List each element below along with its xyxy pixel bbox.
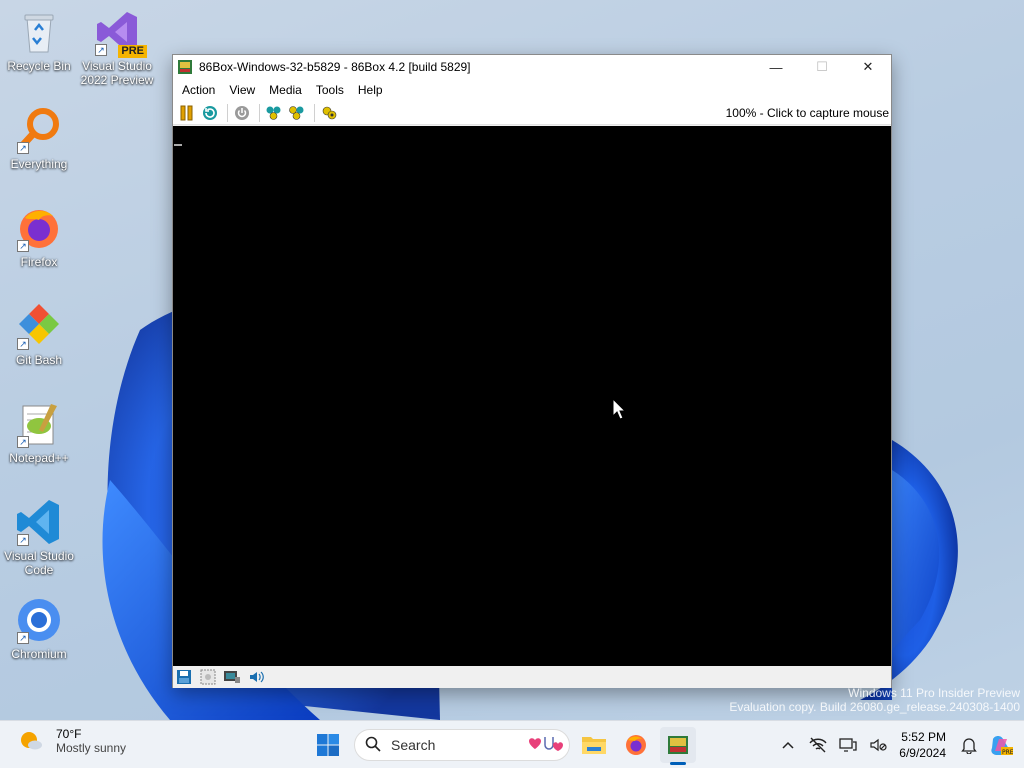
taskbar-clock[interactable]: 5:52 PM 6/9/2024: [899, 729, 946, 761]
ctrl-alt-esc-icon[interactable]: [287, 103, 307, 123]
preview-badge: PRE: [118, 45, 147, 58]
start-button[interactable]: [310, 727, 346, 763]
pause-icon[interactable]: [177, 103, 197, 123]
search-placeholder: Search: [391, 737, 436, 753]
clock-date: 6/9/2024: [899, 746, 946, 760]
watermark-line1: Windows 11 Pro Insider Preview: [848, 686, 1020, 700]
window-title: 86Box-Windows-32-b5829 - 86Box 4.2 [buil…: [199, 60, 471, 74]
desktop-icon-everything[interactable]: ↗ Everything: [1, 106, 77, 171]
menu-bar: Action View Media Tools Help: [173, 79, 891, 101]
desktop-icon-label: Visual Studio 2022 Preview: [80, 59, 154, 87]
toolbar-separator: [227, 103, 228, 122]
window-titlebar[interactable]: 86Box-Windows-32-b5829 - 86Box 4.2 [buil…: [173, 55, 891, 79]
toolbar-separator: [314, 103, 315, 122]
menu-tools[interactable]: Tools: [309, 83, 351, 97]
desktop-icon-label: Recycle Bin: [7, 59, 71, 73]
menu-help[interactable]: Help: [351, 83, 390, 97]
visual-studio-icon: ↗ PRE: [93, 8, 147, 58]
weather-widget[interactable]: 70°F Mostly sunny: [18, 727, 126, 755]
svg-text:PRE: PRE: [1002, 749, 1013, 756]
reset-icon[interactable]: [200, 103, 220, 123]
shortcut-arrow-icon: ↗: [17, 436, 29, 448]
shortcut-arrow-icon: ↗: [95, 44, 107, 56]
weather-condition: Mostly sunny: [56, 741, 127, 755]
volume-muted-icon[interactable]: [867, 734, 889, 756]
desktop-icon-label: Chromium: [11, 647, 67, 661]
taskbar-search-box[interactable]: Search: [354, 729, 570, 761]
network-disconnected-icon[interactable]: [807, 734, 829, 756]
close-button[interactable]: ✕: [845, 55, 891, 79]
recycle-bin-icon: [15, 8, 63, 56]
file-explorer-icon[interactable]: [576, 727, 612, 763]
desktop-icon-chromium[interactable]: ↗ Chromium: [1, 596, 77, 661]
desktop-icon-recycle-bin[interactable]: Recycle Bin: [1, 8, 77, 73]
mouse-pointer-icon: [612, 397, 627, 425]
desktop-icon-firefox[interactable]: ↗ Firefox: [1, 204, 77, 269]
menu-media[interactable]: Media: [262, 83, 309, 97]
power-icon[interactable]: [232, 103, 252, 123]
emulator-screen[interactable]: [173, 126, 891, 666]
status-bar: [173, 666, 891, 688]
windows-watermark: Windows 11 Pro Insider Preview Evaluatio…: [729, 686, 1020, 714]
desktop-icon-git-bash[interactable]: ↗ Git Bash: [1, 302, 77, 367]
desktop-icon-vscode[interactable]: ↗ Visual Studio Code: [1, 498, 77, 577]
shortcut-arrow-icon: ↗: [17, 142, 29, 154]
copilot-icon[interactable]: PRE: [988, 732, 1014, 758]
desktop-icon-notepad-plus-plus[interactable]: ↗ Notepad++: [1, 400, 77, 465]
menu-action[interactable]: Action: [175, 83, 222, 97]
maximize-button[interactable]: ☐: [799, 55, 845, 79]
chromium-icon: ↗: [15, 596, 63, 644]
firefox-icon[interactable]: [618, 727, 654, 763]
menu-view[interactable]: View: [222, 83, 262, 97]
everything-search-icon: ↗: [15, 106, 63, 154]
vscode-icon: ↗: [15, 498, 63, 546]
system-tray: 5:52 PM 6/9/2024 PRE: [773, 721, 1024, 768]
shortcut-arrow-icon: ↗: [17, 240, 29, 252]
desktop-icon-label: Visual Studio Code: [4, 549, 74, 577]
notification-bell-icon[interactable]: [958, 734, 980, 756]
shortcut-arrow-icon: ↗: [17, 338, 29, 350]
clock-time: 5:52 PM: [901, 730, 946, 744]
search-highlight-icon: [523, 733, 563, 758]
watermark-line2: Evaluation copy. Build 26080.ge_release.…: [729, 700, 1020, 714]
desktop-icon-label: Git Bash: [15, 353, 63, 367]
taskbar: 70°F Mostly sunny Search 5:52 PM 6/9/202…: [0, 720, 1024, 768]
shortcut-arrow-icon: ↗: [17, 534, 29, 546]
desktop-icon-label: Everything: [10, 157, 68, 171]
desktop-icon-label: Firefox: [20, 255, 58, 269]
86box-app-icon: [177, 59, 193, 75]
search-icon: [365, 736, 381, 755]
network-icon[interactable]: [223, 669, 241, 685]
settings-icon[interactable]: [319, 103, 339, 123]
active-window-indicator: [670, 762, 686, 765]
shortcut-arrow-icon: ↗: [17, 632, 29, 644]
desktop-icon-visual-studio-2022[interactable]: ↗ PRE Visual Studio 2022 Preview: [79, 8, 155, 87]
taskbar-center: Search: [310, 727, 696, 765]
sound-icon[interactable]: [247, 669, 265, 685]
minimize-button[interactable]: —: [753, 55, 799, 79]
chevron-up-icon[interactable]: [777, 734, 799, 756]
toolbar-separator: [259, 103, 260, 122]
weather-temperature: 70°F: [56, 727, 82, 741]
86box-icon[interactable]: [660, 727, 696, 765]
device-icon[interactable]: [837, 734, 859, 756]
capture-mouse-status[interactable]: 100% - Click to capture mouse: [726, 106, 891, 120]
ctrl-alt-del-icon[interactable]: [264, 103, 284, 123]
sunny-weather-icon: [18, 728, 44, 754]
emulator-window: 86Box-Windows-32-b5829 - 86Box 4.2 [buil…: [172, 54, 892, 688]
floppy-icon[interactable]: [175, 669, 193, 685]
toolbar: 100% - Click to capture mouse: [173, 101, 891, 125]
desktop-icon-label: Notepad++: [9, 451, 69, 465]
text-cursor: [174, 144, 182, 146]
notepad-plus-plus-icon: ↗: [15, 400, 63, 448]
cdrom-icon[interactable]: [199, 669, 217, 685]
git-bash-icon: ↗: [15, 302, 63, 350]
firefox-icon: ↗: [15, 204, 63, 252]
